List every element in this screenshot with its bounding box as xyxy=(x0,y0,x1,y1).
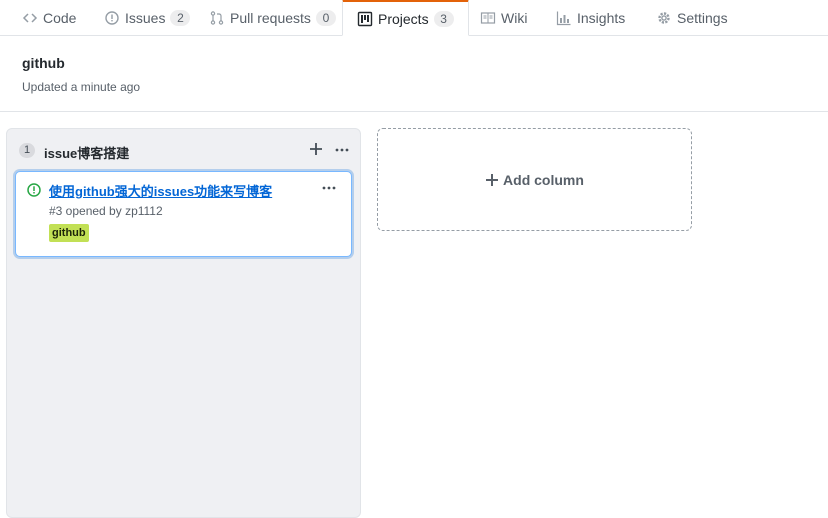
book-icon xyxy=(480,10,496,26)
gear-icon xyxy=(656,10,672,26)
project-icon xyxy=(357,11,373,27)
issue-label-badge[interactable]: github xyxy=(49,224,89,242)
tab-wiki[interactable]: Wiki xyxy=(480,0,527,36)
project-updated-time: Updated a minute ago xyxy=(22,80,141,94)
add-column-button[interactable]: Add column xyxy=(377,128,692,231)
project-title: github xyxy=(22,55,65,71)
add-column-label: Add column xyxy=(503,171,584,188)
tab-projects-label: Projects xyxy=(378,10,429,27)
issue-opened-icon xyxy=(104,10,120,26)
issue-card-title-link[interactable]: 使用github强大的issues功能来写博客 xyxy=(49,181,272,200)
issue-card[interactable]: 使用github强大的issues功能来写博客 #3 opened by zp1… xyxy=(15,171,352,257)
add-card-button[interactable] xyxy=(307,140,325,158)
tab-issues[interactable]: Issues 2 xyxy=(104,0,191,36)
tab-code[interactable]: Code xyxy=(22,0,76,36)
git-pull-request-icon xyxy=(209,10,225,26)
project-column: 1 issue博客搭建 使用github强大的issues功能来写博客 #3 o… xyxy=(6,128,361,518)
issues-count-badge: 2 xyxy=(170,10,191,26)
project-header: github Updated a minute ago xyxy=(0,36,828,112)
tab-pull-requests[interactable]: Pull requests 0 xyxy=(209,0,336,36)
column-card-count: 1 xyxy=(19,143,36,158)
issue-opened-icon xyxy=(26,182,42,198)
tab-insights[interactable]: Insights xyxy=(556,0,625,36)
repo-tabnav: Code Issues 2 Pull requests 0 Projects 3… xyxy=(0,0,828,36)
tab-pull-requests-label: Pull requests xyxy=(230,10,311,26)
plus-icon xyxy=(310,143,322,155)
projects-count-badge: 3 xyxy=(433,10,454,27)
column-menu-button[interactable] xyxy=(333,140,351,158)
issue-card-meta: #3 opened by zp1112 xyxy=(49,204,163,218)
tab-settings-label: Settings xyxy=(677,10,728,26)
tab-settings[interactable]: Settings xyxy=(656,0,728,36)
graph-icon xyxy=(556,10,572,26)
tab-wiki-label: Wiki xyxy=(501,10,528,26)
kebab-horizontal-icon xyxy=(322,186,336,190)
kebab-horizontal-icon xyxy=(335,148,349,152)
card-menu-button[interactable] xyxy=(320,180,338,196)
tab-code-label: Code xyxy=(43,10,77,26)
column-name: issue博客搭建 xyxy=(44,146,130,161)
pull-requests-count-badge: 0 xyxy=(315,10,336,26)
code-icon xyxy=(22,10,38,26)
plus-icon xyxy=(485,173,499,187)
tab-issues-label: Issues xyxy=(125,10,166,26)
tab-projects[interactable]: Projects 3 xyxy=(342,0,469,36)
tab-insights-label: Insights xyxy=(577,10,626,26)
column-header: 1 issue博客搭建 xyxy=(7,129,360,171)
